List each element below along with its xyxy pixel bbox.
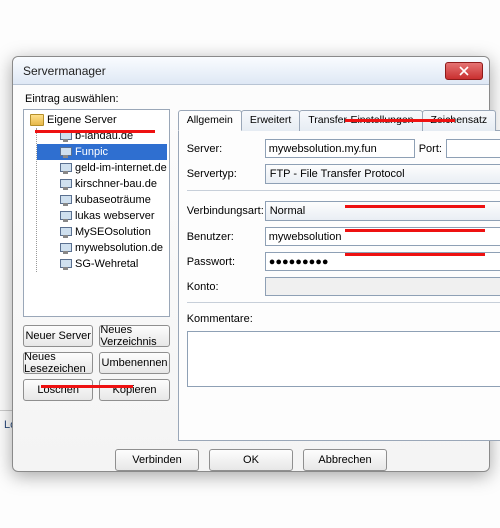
- tree-root-label: Eigene Server: [47, 114, 117, 126]
- tree-item[interactable]: kubaseoträume: [37, 192, 167, 208]
- btn-label: Neues Verzeichnis: [100, 324, 168, 348]
- tree-item[interactable]: SG-Wehretal: [37, 256, 167, 272]
- account-input[interactable]: [265, 277, 500, 296]
- server-icon: [59, 194, 72, 207]
- btn-label: Kopieren: [113, 384, 157, 396]
- account-label: Konto:: [187, 281, 261, 293]
- tab-panel-general: Server: Port: Servertyp: FTP - File Tran…: [178, 131, 500, 441]
- tree-item-label: kirschner-bau.de: [75, 178, 157, 190]
- server-icon: [59, 178, 72, 191]
- divider: [187, 302, 500, 303]
- ok-button[interactable]: OK: [209, 449, 293, 471]
- btn-label: Neues Lesezeichen: [24, 351, 92, 375]
- tree-item-label: geld-im-internet.de: [75, 162, 167, 174]
- rename-button[interactable]: Umbenennen: [99, 352, 169, 374]
- divider: [187, 190, 500, 191]
- conntype-select[interactable]: Normal: [265, 201, 500, 221]
- tree-item[interactable]: MySEOsolution: [37, 224, 167, 240]
- folder-icon: [30, 114, 44, 126]
- conntype-value: Normal: [270, 205, 305, 217]
- tree-item-selected[interactable]: Funpic: [37, 144, 167, 160]
- btn-label: OK: [243, 454, 259, 466]
- new-directory-button[interactable]: Neues Verzeichnis: [99, 325, 169, 347]
- server-label: Server:: [187, 143, 261, 155]
- server-icon: [59, 210, 72, 223]
- server-icon: [59, 146, 72, 159]
- btn-label: Verbinden: [132, 454, 182, 466]
- tab-charset[interactable]: Zeichensatz: [422, 110, 497, 131]
- port-label: Port:: [419, 143, 442, 155]
- tree-root[interactable]: Eigene Server: [26, 112, 167, 128]
- btn-label: Löschen: [37, 384, 79, 396]
- tab-bar: Allgemein Erweitert Transfer-Einstellung…: [178, 109, 500, 131]
- user-label: Benutzer:: [187, 231, 261, 243]
- btn-label: Abbrechen: [318, 454, 371, 466]
- tab-advanced[interactable]: Erweitert: [241, 110, 300, 131]
- tree-item-label: b-landau.de: [75, 130, 133, 142]
- conntype-label: Verbindungsart:: [187, 205, 261, 217]
- copy-button[interactable]: Kopieren: [99, 379, 169, 401]
- tree-item-label: lukas webserver: [75, 210, 154, 222]
- btn-label: Umbenennen: [102, 357, 168, 369]
- tree-item-label: SG-Wehretal: [75, 258, 138, 270]
- close-button[interactable]: [445, 62, 483, 80]
- tree-item[interactable]: geld-im-internet.de: [37, 160, 167, 176]
- password-input[interactable]: [265, 252, 500, 271]
- server-icon: [59, 226, 72, 239]
- server-input[interactable]: [265, 139, 415, 158]
- btn-label: Neuer Server: [25, 330, 90, 342]
- tree-item[interactable]: lukas webserver: [37, 208, 167, 224]
- user-input[interactable]: [265, 227, 500, 246]
- servertype-value: FTP - File Transfer Protocol: [270, 168, 405, 180]
- server-icon: [59, 130, 72, 143]
- new-bookmark-button[interactable]: Neues Lesezeichen: [23, 352, 93, 374]
- tree-item-label: MySEOsolution: [75, 226, 151, 238]
- tab-transfer[interactable]: Transfer-Einstellungen: [299, 110, 422, 131]
- tree-item[interactable]: b-landau.de: [37, 128, 167, 144]
- server-icon: [59, 162, 72, 175]
- cancel-button[interactable]: Abbrechen: [303, 449, 387, 471]
- select-entry-label: Eintrag auswählen:: [25, 93, 479, 105]
- server-tree[interactable]: Eigene Server b-landau.de Funpic geld-im…: [23, 109, 170, 317]
- tree-item-label: kubaseoträume: [75, 194, 151, 206]
- delete-button[interactable]: Löschen: [23, 379, 93, 401]
- server-icon: [59, 258, 72, 271]
- comments-label: Kommentare:: [187, 313, 261, 325]
- tree-item-label: mywebsolution.de: [75, 242, 163, 254]
- comments-textarea[interactable]: [187, 331, 500, 387]
- server-manager-dialog: Servermanager Eintrag auswählen: Eigene …: [12, 56, 490, 472]
- servertype-label: Servertyp:: [187, 168, 261, 180]
- titlebar[interactable]: Servermanager: [13, 57, 489, 85]
- tree-item[interactable]: mywebsolution.de: [37, 240, 167, 256]
- password-label: Passwort:: [187, 256, 261, 268]
- tree-item[interactable]: kirschner-bau.de: [37, 176, 167, 192]
- window-title: Servermanager: [23, 64, 445, 78]
- port-input[interactable]: [446, 139, 500, 158]
- new-server-button[interactable]: Neuer Server: [23, 325, 93, 347]
- tab-general[interactable]: Allgemein: [178, 110, 242, 131]
- server-icon: [59, 242, 72, 255]
- servertype-select[interactable]: FTP - File Transfer Protocol: [265, 164, 500, 184]
- tree-item-label: Funpic: [75, 146, 108, 158]
- connect-button[interactable]: Verbinden: [115, 449, 199, 471]
- close-icon: [459, 66, 469, 76]
